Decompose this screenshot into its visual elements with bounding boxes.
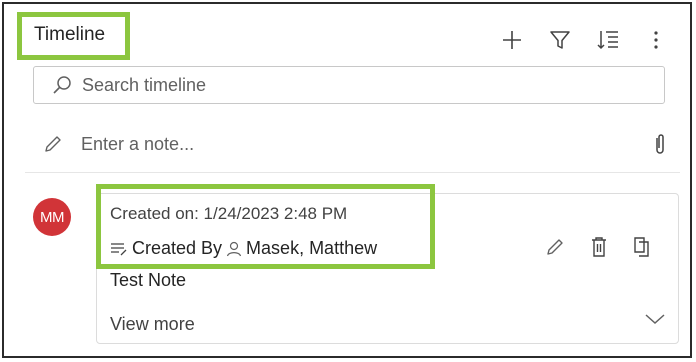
expand-chevron-button[interactable] bbox=[644, 312, 666, 331]
pencil-icon bbox=[45, 136, 61, 152]
chevron-down-icon bbox=[645, 314, 665, 325]
timeline-title: Timeline bbox=[34, 24, 106, 45]
search-placeholder: Search timeline bbox=[82, 75, 207, 95]
plus-icon bbox=[503, 31, 521, 49]
sort-button[interactable] bbox=[592, 24, 624, 56]
attach-button[interactable] bbox=[654, 132, 666, 161]
edit-button[interactable] bbox=[540, 232, 570, 262]
note-lines-icon bbox=[111, 242, 127, 255]
created-by-row: Created By Masek, Matthew bbox=[110, 238, 377, 259]
sort-icon bbox=[597, 31, 618, 50]
filter-button[interactable] bbox=[544, 24, 576, 56]
note-input[interactable]: Enter a note... bbox=[33, 122, 673, 166]
view-more-link[interactable]: View more bbox=[110, 314, 195, 335]
copy-button[interactable] bbox=[627, 232, 657, 262]
divider bbox=[25, 172, 680, 173]
more-vertical-icon bbox=[654, 31, 658, 49]
search-input[interactable]: Search timeline bbox=[33, 66, 665, 104]
created-by-name[interactable]: Masek, Matthew bbox=[246, 238, 377, 259]
search-icon bbox=[53, 76, 71, 94]
more-options-button[interactable] bbox=[640, 24, 672, 56]
created-on-text: Created on: 1/24/2023 2:48 PM bbox=[110, 204, 348, 223]
person-icon bbox=[226, 241, 242, 256]
created-by-label: Created By bbox=[132, 238, 223, 258]
edit-icon bbox=[547, 239, 563, 255]
avatar: MM bbox=[33, 198, 71, 236]
delete-icon bbox=[592, 237, 606, 257]
note-placeholder: Enter a note... bbox=[81, 134, 195, 154]
filter-icon bbox=[550, 31, 570, 49]
copy-icon bbox=[634, 237, 649, 257]
add-button[interactable] bbox=[496, 24, 528, 56]
paperclip-icon bbox=[656, 134, 664, 154]
note-title: Test Note bbox=[110, 270, 187, 290]
delete-button[interactable] bbox=[584, 232, 614, 262]
